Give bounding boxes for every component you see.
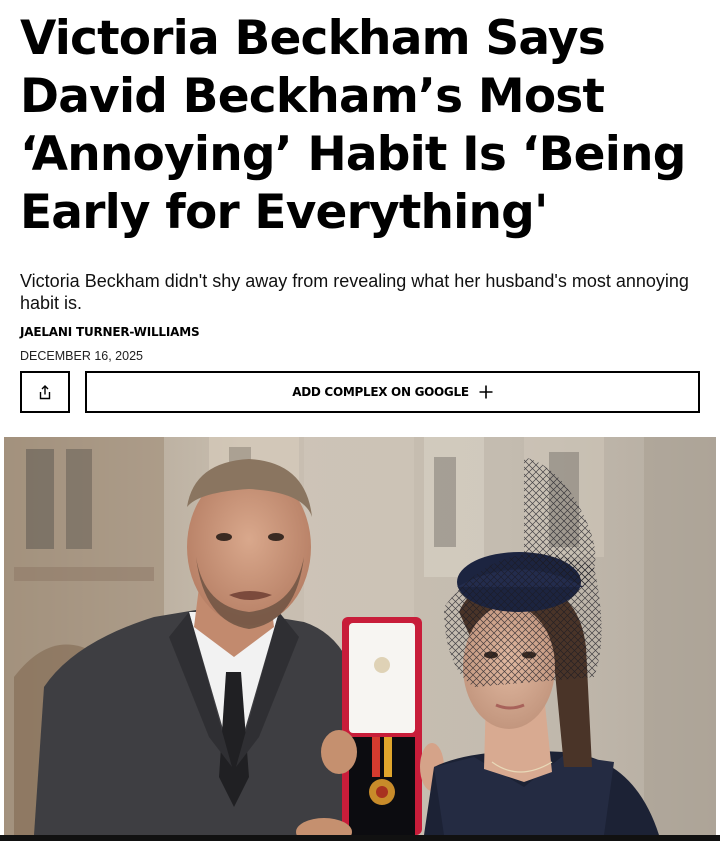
- publish-date: DECEMBER 16, 2025: [20, 349, 143, 363]
- share-button[interactable]: [20, 371, 70, 413]
- plus-icon: [479, 385, 493, 399]
- bottom-divider: [0, 835, 720, 841]
- headline: Victoria Beckham Says David Beckham’s Mo…: [20, 11, 686, 240]
- hero-photo: [4, 437, 716, 835]
- author-link[interactable]: JAELANI TURNER-WILLIAMS: [20, 325, 200, 339]
- google-button-label: ADD COMPLEX ON GOOGLE: [292, 385, 469, 399]
- add-complex-on-google-button[interactable]: ADD COMPLEX ON GOOGLE: [85, 371, 700, 413]
- hero-photo-illustration: [4, 437, 716, 835]
- article-dek: Victoria Beckham didn't shy away from re…: [20, 271, 689, 313]
- article: Victoria Beckham Says David Beckham’s Mo…: [0, 0, 720, 841]
- share-icon: [39, 384, 51, 399]
